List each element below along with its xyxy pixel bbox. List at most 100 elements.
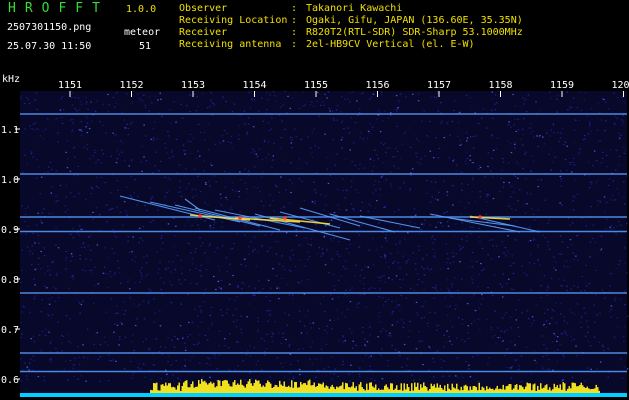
noise-speck bbox=[133, 192, 135, 194]
noise-speck bbox=[338, 279, 340, 281]
activity-bar bbox=[273, 387, 275, 393]
noise-speck bbox=[249, 355, 252, 357]
noise-speck bbox=[390, 112, 392, 114]
activity-bar bbox=[525, 386, 527, 393]
noise-speck bbox=[160, 277, 162, 279]
noise-speck bbox=[621, 120, 624, 122]
noise-speck bbox=[104, 266, 106, 268]
noise-speck bbox=[577, 259, 579, 261]
noise-speck bbox=[615, 169, 617, 171]
noise-speck bbox=[413, 208, 416, 210]
noise-speck bbox=[167, 135, 170, 137]
activity-bar bbox=[259, 383, 261, 393]
noise-speck bbox=[600, 162, 603, 164]
noise-speck bbox=[446, 194, 448, 196]
noise-speck bbox=[588, 125, 591, 127]
activity-bar bbox=[310, 385, 312, 393]
noise-speck bbox=[384, 255, 386, 257]
noise-speck bbox=[116, 260, 119, 262]
meteor-head bbox=[478, 215, 482, 219]
activity-bar bbox=[172, 386, 174, 393]
noise-speck bbox=[501, 286, 504, 288]
noise-speck bbox=[274, 184, 277, 186]
noise-speck bbox=[389, 253, 392, 255]
noise-speck bbox=[41, 299, 43, 301]
noise-speck bbox=[329, 221, 332, 223]
noise-speck bbox=[255, 265, 257, 267]
noise-speck bbox=[201, 377, 204, 379]
noise-speck bbox=[564, 141, 567, 143]
noise-speck bbox=[220, 287, 222, 289]
noise-speck bbox=[420, 305, 422, 308]
noise-speck bbox=[179, 325, 182, 327]
noise-speck bbox=[453, 235, 455, 237]
noise-speck bbox=[112, 359, 114, 361]
activity-bar bbox=[201, 379, 203, 393]
activity-bar bbox=[423, 382, 425, 393]
noise-speck bbox=[34, 99, 36, 101]
noise-speck bbox=[168, 157, 171, 159]
noise-speck bbox=[589, 187, 591, 189]
noise-speck bbox=[572, 209, 575, 211]
noise-speck bbox=[195, 110, 198, 112]
noise-speck bbox=[166, 373, 168, 375]
noise-speck bbox=[49, 161, 52, 164]
noise-speck bbox=[395, 95, 398, 97]
activity-bar bbox=[388, 389, 390, 393]
noise-speck bbox=[507, 140, 509, 142]
activity-bar bbox=[417, 382, 419, 393]
noise-speck bbox=[203, 170, 205, 172]
noise-speck bbox=[309, 243, 312, 246]
noise-speck bbox=[431, 235, 434, 237]
noise-speck bbox=[431, 215, 434, 217]
noise-speck bbox=[395, 300, 397, 302]
noise-speck bbox=[298, 310, 301, 312]
noise-speck bbox=[93, 343, 96, 345]
noise-speck bbox=[494, 310, 496, 312]
noise-speck bbox=[338, 255, 341, 257]
noise-speck bbox=[607, 348, 609, 350]
noise-speck bbox=[601, 289, 604, 291]
noise-speck bbox=[555, 302, 557, 304]
activity-bar bbox=[523, 389, 525, 393]
noise-speck bbox=[89, 157, 91, 160]
noise-speck bbox=[478, 236, 480, 238]
noise-speck bbox=[491, 134, 493, 136]
noise-speck bbox=[262, 120, 264, 122]
noise-speck bbox=[506, 250, 509, 252]
noise-speck bbox=[90, 120, 93, 122]
noise-speck bbox=[213, 275, 215, 278]
activity-bar bbox=[456, 383, 458, 393]
noise-speck bbox=[21, 205, 23, 207]
activity-bar bbox=[531, 390, 533, 393]
noise-speck bbox=[200, 311, 202, 313]
noise-speck bbox=[508, 278, 510, 280]
noise-speck bbox=[604, 101, 607, 104]
noise-speck bbox=[204, 288, 207, 291]
noise-speck bbox=[420, 228, 422, 231]
noise-speck bbox=[531, 316, 534, 318]
noise-speck bbox=[452, 185, 454, 187]
noise-speck bbox=[569, 106, 572, 108]
noise-speck bbox=[376, 154, 378, 156]
noise-speck bbox=[248, 253, 250, 255]
noise-speck bbox=[533, 219, 536, 221]
noise-speck bbox=[160, 377, 163, 380]
noise-speck bbox=[462, 246, 464, 248]
noise-speck bbox=[175, 225, 177, 227]
noise-speck bbox=[537, 244, 539, 246]
noise-speck bbox=[376, 118, 378, 120]
noise-speck bbox=[381, 175, 384, 177]
noise-speck bbox=[212, 227, 215, 229]
noise-speck bbox=[610, 199, 612, 201]
activity-bar bbox=[187, 387, 189, 393]
noise-speck bbox=[435, 97, 438, 99]
noise-speck bbox=[617, 96, 619, 98]
noise-speck bbox=[20, 380, 23, 382]
noise-speck bbox=[49, 343, 52, 345]
activity-bar bbox=[267, 380, 269, 393]
noise-speck bbox=[584, 312, 586, 314]
activity-bar bbox=[484, 390, 486, 393]
noise-speck bbox=[56, 272, 58, 274]
noise-speck bbox=[79, 225, 81, 227]
